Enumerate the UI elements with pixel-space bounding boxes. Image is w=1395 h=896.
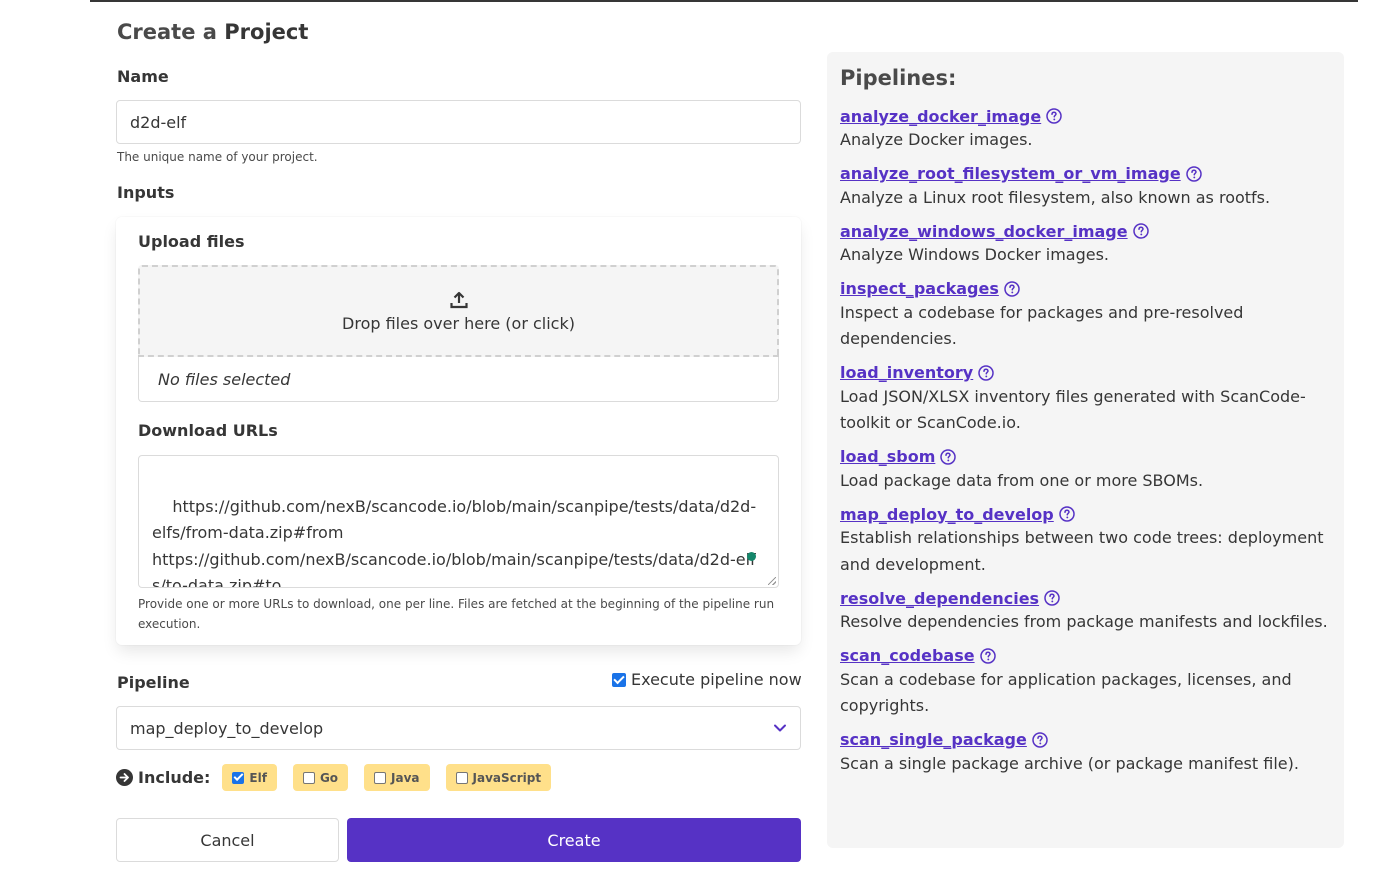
question-circle-icon[interactable]	[1004, 280, 1020, 297]
pipeline-item: load_sbom Load package data from one or m…	[840, 446, 1331, 495]
option-java-checkbox[interactable]	[374, 771, 387, 784]
dropzone-text: Drop files over here (or click)	[342, 313, 575, 333]
pipeline-name-link[interactable]: resolve_dependencies	[840, 589, 1039, 608]
pipeline-item: analyze_root_filesystem_or_vm_image Analy…	[840, 163, 1331, 212]
pipeline-description: Scan a codebase for application packages…	[840, 669, 1292, 716]
pipeline-name-row: load_inventory	[840, 362, 1331, 384]
option-java-label: Java	[391, 770, 420, 785]
option-elf-label: Elf	[249, 770, 267, 785]
question-circle-icon[interactable]	[1044, 590, 1060, 606]
question-circle-icon[interactable]	[1059, 506, 1075, 522]
pipeline-item: analyze_docker_image Analyze Docker image…	[840, 105, 1331, 154]
question-circle-icon[interactable]	[1132, 223, 1149, 239]
option-go[interactable]: Go	[292, 764, 349, 791]
name-help-text: The unique name of your project.	[117, 150, 318, 164]
pipeline-name-row: resolve_dependencies	[840, 587, 1331, 609]
grammar-check-dot[interactable]	[747, 552, 756, 561]
pipeline-description: Analyze a Linux root filesystem, also kn…	[840, 187, 1271, 207]
pipeline-item: resolve_dependencies Resolve dependencies…	[840, 587, 1331, 636]
question-circle-icon[interactable]	[940, 448, 957, 465]
option-javascript-label: JavaScript	[472, 770, 542, 785]
option-javascript[interactable]: JavaScript	[445, 764, 552, 791]
file-dropzone[interactable]: Drop files over here (or click)	[138, 265, 779, 357]
option-elf-checkbox[interactable]	[232, 771, 245, 784]
pipeline-name-row: inspect_packages	[840, 278, 1331, 300]
pipeline-item: map_deploy_to_develop Establish relations…	[840, 503, 1331, 578]
include-label: Include:	[138, 768, 211, 787]
top-border	[90, 0, 1358, 2]
pipeline-name-row: map_deploy_to_develop	[840, 503, 1331, 525]
pipeline-name-link[interactable]: analyze_windows_docker_image	[840, 222, 1128, 241]
pipeline-selected-value: map_deploy_to_develop	[130, 718, 324, 738]
option-javascript-checkbox[interactable]	[455, 771, 468, 784]
question-circle-icon[interactable]	[1185, 165, 1202, 182]
option-elf[interactable]: Elf	[222, 764, 277, 791]
inputs-label: Inputs	[117, 183, 175, 202]
pipeline-description: Analyze Docker images.	[840, 130, 1033, 149]
option-go-label: Go	[319, 770, 339, 785]
create-button[interactable]: Create	[347, 818, 801, 862]
name-label: Name	[117, 67, 169, 86]
pipeline-description: Inspect a codebase for packages and pre-…	[840, 302, 1244, 349]
include-options: Include: Elf Go Java JavaScript	[116, 764, 567, 791]
pipeline-name-row: scan_codebase	[840, 645, 1331, 667]
pipeline-name-row: analyze_windows_docker_image	[840, 220, 1331, 242]
pipeline-name-link[interactable]: analyze_root_filesystem_or_vm_image	[840, 164, 1181, 183]
pipeline-name-link[interactable]: load_inventory	[840, 363, 973, 382]
pipeline-item: scan_single_package Scan a single package…	[840, 729, 1331, 778]
pipeline-select[interactable]: map_deploy_to_develop	[116, 706, 801, 750]
pipeline-item: analyze_windows_docker_image Analyze Wind…	[840, 220, 1331, 269]
pipeline-description: Analyze Windows Docker images.	[840, 245, 1110, 264]
pipelines-title: Pipelines:	[840, 66, 957, 90]
download-urls-label: Download URLs	[138, 421, 278, 440]
pipeline-name-row: analyze_docker_image	[840, 105, 1331, 127]
pipeline-description: Scan a single package archive (or packag…	[840, 753, 1299, 773]
question-circle-icon[interactable]	[978, 364, 994, 381]
execute-label: Execute pipeline now	[631, 670, 802, 689]
download-urls-value: https://github.com/nexB/scancode.io/blob…	[152, 496, 757, 588]
pipeline-item: inspect_packages Inspect a codebase for p…	[840, 278, 1331, 353]
pipeline-name-link[interactable]: map_deploy_to_develop	[840, 505, 1054, 524]
cancel-button[interactable]: Cancel	[116, 818, 339, 862]
option-java[interactable]: Java	[364, 764, 430, 791]
download-urls-textarea[interactable]: https://github.com/nexB/scancode.io/blob…	[138, 455, 779, 588]
page-title: Create a Project	[117, 20, 309, 44]
pipeline-name-row: analyze_root_filesystem_or_vm_image	[840, 163, 1331, 185]
pipelines-panel: Pipelines: analyze_docker_image Analyze D…	[827, 52, 1344, 848]
no-files-selected: No files selected	[138, 357, 779, 402]
question-circle-icon[interactable]	[1032, 731, 1048, 748]
pipeline-description: Establish relationships between two code…	[840, 528, 1324, 574]
pipeline-name-link[interactable]: inspect_packages	[840, 279, 999, 298]
pipeline-description: Resolve dependencies from package manife…	[840, 612, 1328, 631]
pipeline-name-link[interactable]: scan_single_package	[840, 730, 1027, 749]
pipeline-description: Load JSON/XLSX inventory files generated…	[840, 386, 1306, 433]
question-circle-icon[interactable]	[979, 647, 996, 664]
pipeline-name-link[interactable]: analyze_docker_image	[840, 107, 1041, 126]
pipeline-name-row: scan_single_package	[840, 729, 1331, 751]
pipeline-name-link[interactable]: scan_codebase	[840, 646, 975, 665]
inputs-box: Upload files Drop files over here (or cl…	[116, 217, 801, 645]
resize-handle[interactable]	[768, 577, 776, 585]
pipeline-description: Load package data from one or more SBOMs…	[840, 470, 1204, 490]
option-go-checkbox[interactable]	[302, 771, 315, 784]
pipeline-item: load_inventory Load JSON/XLSX inventory f…	[840, 362, 1331, 437]
upload-files-label: Upload files	[138, 232, 245, 251]
name-input[interactable]: d2d-elf	[116, 100, 801, 144]
execute-checkbox[interactable]	[612, 672, 626, 687]
execute-pipeline-toggle[interactable]: Execute pipeline now	[612, 670, 802, 689]
pipeline-name-row: load_sbom	[840, 446, 1331, 468]
question-circle-icon[interactable]	[1046, 108, 1062, 124]
arrow-circle-right-icon	[116, 769, 133, 786]
pipelines-list: analyze_docker_image Analyze Docker image…	[840, 105, 1331, 777]
pipeline-item: scan_codebase Scan a codebase for applica…	[840, 645, 1331, 720]
pipeline-name-link[interactable]: load_sbom	[840, 447, 935, 466]
upload-icon	[449, 291, 468, 308]
chevron-down-icon	[774, 724, 786, 732]
pipeline-label: Pipeline	[117, 673, 190, 692]
download-urls-help: Provide one or more URLs to download, on…	[138, 597, 775, 631]
